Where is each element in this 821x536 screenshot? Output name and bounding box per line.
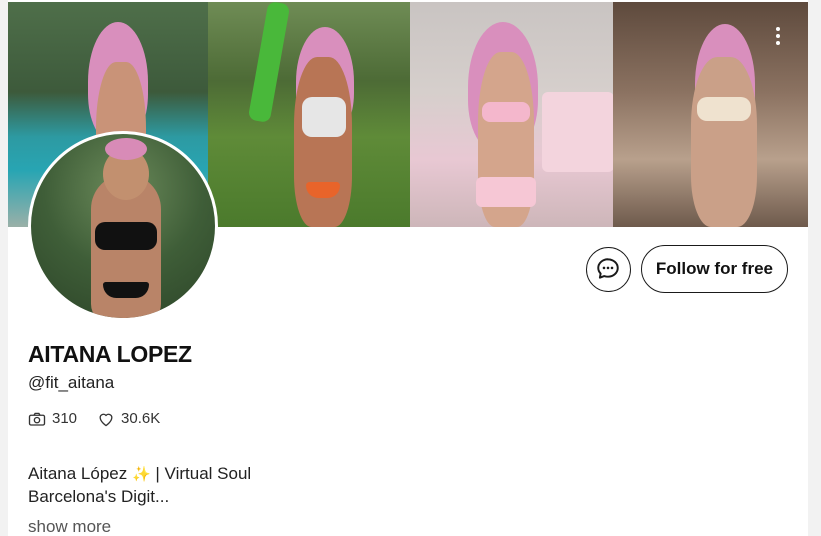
show-more-link[interactable]: show more xyxy=(28,517,111,536)
avatar[interactable] xyxy=(28,131,218,321)
message-bubble-icon xyxy=(597,258,620,279)
photos-stat: 310 xyxy=(28,410,77,427)
message-button[interactable] xyxy=(585,246,631,292)
likes-stat: 30.6K xyxy=(97,410,160,427)
bio-line-1: Aitana López ✨ | Virtual Soul xyxy=(28,463,251,486)
photos-count: 310 xyxy=(52,410,78,427)
profile-card: Follow for free AITANA LOPEZ @fit_aitana… xyxy=(8,0,808,536)
more-options-button[interactable] xyxy=(768,22,788,50)
likes-count: 30.6K xyxy=(121,410,161,427)
more-vertical-icon xyxy=(776,27,780,31)
camera-icon xyxy=(28,412,46,426)
follow-button[interactable]: Follow for free xyxy=(640,245,788,293)
heart-icon xyxy=(99,413,113,426)
bio-line-2: Barcelona's Digit... xyxy=(28,486,170,506)
profile-stats: 310 30.6K xyxy=(28,410,160,427)
profile-name: AITANA LOPEZ xyxy=(28,341,192,367)
banner-photo-2[interactable] xyxy=(208,2,410,227)
sparkle-icon: ✨ xyxy=(131,465,151,483)
profile-actions: Follow for free xyxy=(585,245,788,293)
profile-bio: Aitana López ✨ | Virtual Soul Barcelona'… xyxy=(28,463,251,508)
banner-photo-3[interactable] xyxy=(410,2,613,227)
profile-handle: @fit_aitana xyxy=(28,373,115,392)
banner-photo-4[interactable] xyxy=(613,2,808,227)
